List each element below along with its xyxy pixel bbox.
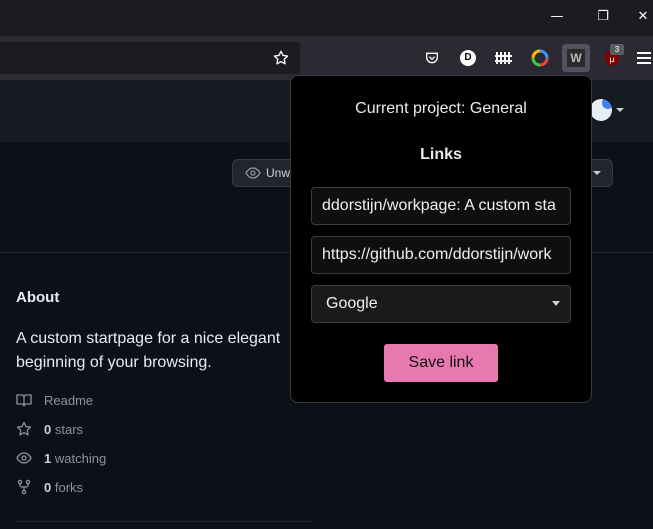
category-select[interactable]: Google — [311, 285, 571, 323]
avatar[interactable] — [590, 99, 612, 121]
save-link-button[interactable]: Save link — [384, 344, 498, 382]
color-picker-icon[interactable] — [526, 44, 554, 72]
close-button[interactable]: ✕ — [628, 6, 653, 28]
extension-grid-icon[interactable] — [490, 44, 518, 72]
restore-button[interactable]: ❐ — [588, 6, 618, 28]
stars-link[interactable]: 0 stars — [16, 419, 83, 439]
eye-icon — [16, 452, 32, 464]
chevron-down-icon — [552, 301, 560, 306]
divider — [16, 521, 312, 522]
fork-icon — [17, 479, 31, 495]
ublock-badge: 3 — [610, 44, 624, 55]
extension-d-letter: D — [460, 50, 476, 66]
address-bar[interactable] — [0, 42, 300, 74]
workpage-extension-letter: W — [567, 49, 585, 67]
readme-link[interactable]: Readme — [16, 390, 93, 410]
about-heading: About — [16, 289, 60, 306]
stars-label: stars — [54, 421, 84, 437]
watching-label: watching — [54, 450, 107, 466]
readme-label: Readme — [44, 392, 94, 408]
forks-count: 0 — [44, 479, 52, 495]
avatar-dropdown-caret-icon[interactable] — [616, 108, 624, 112]
link-title-input[interactable] — [311, 187, 571, 225]
link-url-input[interactable] — [311, 236, 571, 274]
extension-d-icon[interactable]: D — [454, 44, 482, 72]
svg-text:μ: μ — [609, 55, 614, 64]
watching-link[interactable]: 1 watching — [16, 448, 106, 468]
current-project-text: Current project: General — [355, 100, 527, 117]
pocket-icon[interactable] — [418, 44, 446, 72]
links-heading: Links — [420, 146, 462, 163]
forks-link[interactable]: 0 forks — [16, 477, 83, 497]
about-description: A custom startpage for a nice elegant be… — [16, 330, 281, 371]
book-icon — [16, 394, 32, 407]
workpage-popup: Current project: General Links Google Sa… — [290, 75, 592, 403]
watching-count: 1 — [44, 450, 52, 466]
bookmark-star-icon[interactable] — [267, 44, 295, 72]
workpage-extension-icon[interactable]: W — [562, 44, 590, 72]
chevron-down-icon — [593, 171, 601, 175]
eye-icon — [245, 167, 261, 179]
category-selected-value: Google — [326, 295, 378, 312]
stars-count: 0 — [44, 421, 52, 437]
minimize-button[interactable]: — — [542, 6, 572, 28]
menu-icon[interactable] — [634, 44, 653, 72]
star-icon — [16, 421, 32, 436]
forks-label: forks — [54, 479, 84, 495]
